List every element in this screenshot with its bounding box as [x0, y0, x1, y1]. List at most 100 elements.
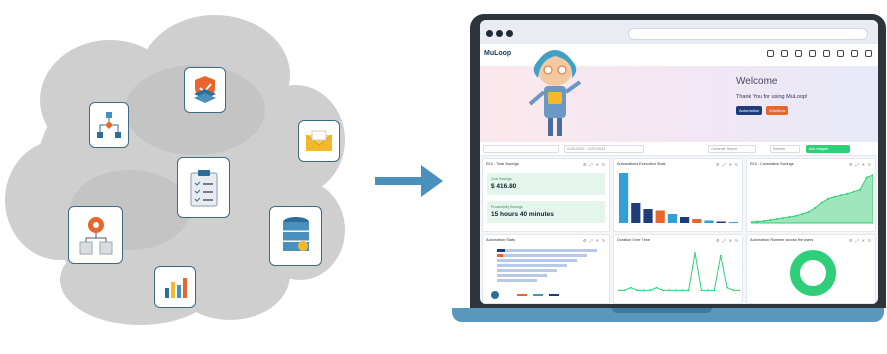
app-logo[interactable]: MuLoop [484, 50, 511, 57]
date-range-input[interactable]: 01/01/2024 - 01/07/2024 [564, 145, 644, 153]
panel-controls[interactable]: ⚙ ⤢ ✕ ↻ [849, 162, 872, 167]
panel-title: ROI - Total Savings [486, 162, 519, 166]
bar [704, 220, 714, 223]
arrow-right-icon [375, 165, 443, 197]
data-point [706, 289, 709, 292]
data-point [726, 286, 729, 289]
automation-button[interactable]: Automation [736, 106, 763, 115]
logout-icon[interactable] [851, 50, 858, 57]
data-point [649, 289, 652, 292]
data-point [794, 214, 797, 217]
roi-cumulative-panel: ROI - Cumulative Savings ⚙ ⤢ ✕ ↻ [746, 158, 876, 232]
panel-controls[interactable]: ⚙ ⤢ ✕ ↻ [583, 162, 606, 167]
menu-icon[interactable] [865, 50, 872, 57]
bar [716, 221, 726, 223]
data-point [814, 206, 817, 209]
select-dropdown[interactable] [483, 145, 559, 153]
panel-title: Automations Execution Stats [617, 162, 666, 166]
add-widgets-button[interactable]: Add widgets [806, 145, 850, 153]
share-icon[interactable] [823, 50, 830, 57]
address-bar[interactable] [628, 28, 868, 40]
donut-slice [790, 250, 836, 296]
data-point [801, 212, 804, 215]
data-point [839, 194, 842, 197]
clipboard-checklist-icon [177, 157, 230, 218]
duration-panel: Duration Over Time ⚙ ⤢ ✕ ↻ [613, 234, 743, 304]
data-point [775, 217, 778, 220]
window-dot[interactable] [486, 30, 493, 37]
data-point [852, 190, 855, 193]
panel-controls[interactable]: ⚙ ⤢ ✕ ↻ [583, 238, 606, 243]
cost-savings-label: Cost Savings [491, 177, 512, 181]
roi-total-panel: ROI - Total Savings ⚙ ⤢ ✕ ↻ Cost Savings… [482, 158, 610, 232]
duration-chart [618, 252, 740, 292]
runs-users-donut [790, 250, 836, 296]
data-point [859, 188, 862, 191]
panel-controls[interactable]: ⚙ ⤢ ✕ ↻ [716, 238, 739, 243]
panel-controls[interactable]: ⚙ ⤢ ✕ ↻ [849, 238, 872, 243]
home-icon[interactable] [767, 50, 774, 57]
bar [643, 209, 653, 223]
panel-title: Automation Runtime across the users [750, 238, 814, 242]
data-point [694, 252, 696, 254]
cloud-icon[interactable] [795, 50, 802, 57]
automation-stats-panel: Automation Stats ⚙ ⤢ ✕ ↻ [482, 234, 610, 304]
panel-controls[interactable]: ⚙ ⤢ ✕ ↻ [716, 162, 739, 167]
generate-report-button[interactable]: Generate Report [708, 145, 756, 153]
user-icon[interactable] [837, 50, 844, 57]
bar-chart-icon [154, 266, 196, 308]
laptop-notch [612, 308, 712, 313]
data-point [846, 192, 849, 195]
robot-icon[interactable] [781, 50, 788, 57]
workflow-button[interactable]: Workflow [766, 106, 789, 115]
data-point [807, 210, 810, 213]
data-point [788, 215, 791, 218]
data-point [865, 176, 868, 179]
header-nav [767, 50, 872, 57]
window-dot[interactable] [506, 30, 513, 37]
data-point [713, 289, 716, 292]
data-point [687, 289, 690, 292]
data-point [623, 289, 626, 292]
window-dot[interactable] [496, 30, 503, 37]
data-point [762, 219, 765, 222]
roi-cumulative-chart [751, 174, 873, 224]
exec-stats-panel: Automations Execution Stats ⚙ ⤢ ✕ ↻ [613, 158, 743, 232]
data-point [674, 289, 677, 292]
bar [680, 217, 690, 223]
runs-users-panel: Automation Runtime across the users ⚙ ⤢ … [746, 234, 876, 304]
line-series [618, 252, 740, 291]
bar [728, 222, 738, 223]
bar [667, 214, 677, 223]
robot-mascot-icon [528, 50, 582, 136]
flowchart-icon [89, 102, 129, 148]
refresh-icon[interactable] [809, 50, 816, 57]
filter-bar: 01/01/2024 - 01/07/2024 Generate Report … [480, 142, 878, 156]
data-point [700, 289, 703, 292]
database-icon [269, 206, 322, 266]
panel-title: Automation Stats [486, 238, 515, 242]
refresh-button[interactable]: Refresh [770, 145, 800, 153]
panel-title: ROI - Cumulative Savings [750, 162, 794, 166]
bar [692, 219, 702, 223]
exec-stats-chart [619, 173, 738, 223]
data-point [642, 289, 645, 292]
welcome-title: Welcome [736, 76, 778, 87]
welcome-banner: Welcome Thank You for using MuLoop! Auto… [480, 50, 878, 142]
data-point [662, 289, 664, 292]
data-point [782, 216, 785, 219]
data-point [618, 289, 619, 292]
bar [619, 173, 629, 223]
data-point [636, 289, 639, 292]
panel-title: Duration Over Time [617, 238, 650, 242]
data-point [833, 195, 836, 198]
data-point [769, 218, 772, 221]
productivity-value: 15 hours 40 minutes [491, 211, 554, 218]
email-icon [298, 120, 340, 162]
automation-stats-chart [491, 249, 597, 299]
bar [631, 203, 641, 223]
data-point [756, 220, 759, 223]
data-point [655, 286, 658, 289]
data-point [681, 289, 684, 292]
bar [655, 210, 665, 223]
